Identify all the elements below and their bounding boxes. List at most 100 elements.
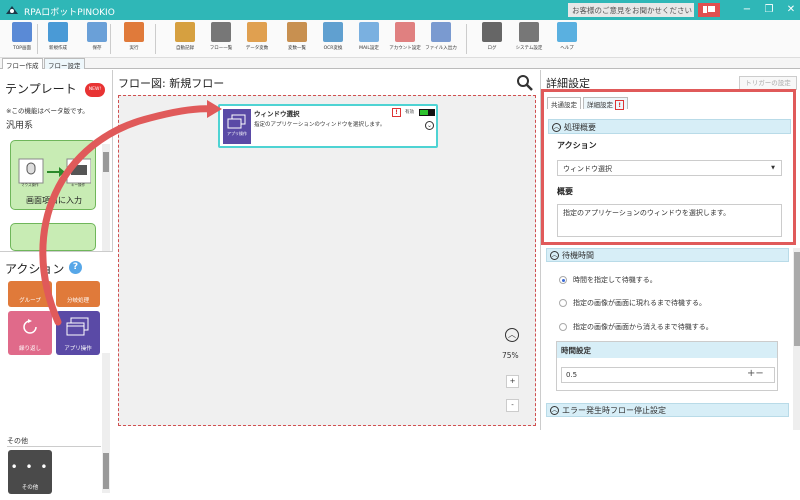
tab-detail-settings[interactable]: 詳細設定 ! (583, 97, 629, 110)
scrollbar-thumb[interactable] (103, 453, 109, 489)
wait-time-label: 時間設定 (557, 342, 777, 358)
tab-label: 詳細設定 (587, 101, 613, 109)
toolbar-label: ログ (487, 46, 497, 51)
system-settings-icon (519, 22, 539, 42)
toolbar-file-io-button[interactable]: ファイル入出力 (424, 22, 458, 56)
action-label: アクション (557, 141, 597, 150)
action-panel: アクション ? グループ 分岐処理 繰り返し アプリ操作 その他 • • • そ… (0, 251, 113, 500)
chevron-down-icon[interactable]: ⌄ (425, 121, 434, 130)
minimize-button[interactable]: − (740, 3, 754, 17)
scrollbar-thumb[interactable] (794, 252, 800, 346)
mouse-op-label: マウス操作 (21, 183, 39, 187)
toolbar-label: データ変数 (245, 46, 269, 51)
toolbar-log-button[interactable]: ログ (475, 22, 509, 56)
wait-time-input[interactable]: 0.5 (561, 367, 775, 383)
section-process-summary[interactable]: ︿ 処理概要 (548, 119, 791, 134)
scrollbar-thumb[interactable] (103, 152, 109, 172)
search-icon[interactable] (516, 74, 533, 91)
tile-label: アプリ操作 (64, 346, 92, 352)
flow-node-window-select[interactable]: アプリ操作 ウィンドウ選択 指定のアプリケーションのウィンドウを選択します。 !… (218, 104, 438, 148)
toolbar-auto-record-button[interactable]: 自動記録 (168, 22, 202, 56)
node-description: 指定のアプリケーションのウィンドウを選択します。 (254, 122, 386, 128)
enabled-toggle[interactable] (419, 109, 435, 116)
tab-common-settings[interactable]: 共通設定 (547, 97, 581, 109)
action-group-tile[interactable]: グループ (8, 281, 52, 307)
flow-title: フロー図: 新規フロー (118, 77, 225, 90)
ellipsis-icon: • • • (10, 460, 50, 474)
tab-flow-settings[interactable]: フロー設定 (44, 58, 85, 70)
app-window-icon (66, 317, 89, 336)
variable-list-icon (287, 22, 307, 42)
enabled-label: 有効 (405, 110, 414, 115)
radio-label: 指定の画像が画面に現れるまで待機する。 (573, 299, 706, 307)
toolbar-label: MAIL設定 (359, 46, 379, 51)
toolbar-mail-button[interactable]: MAIL設定 (352, 22, 386, 56)
toggle-knob (428, 110, 434, 115)
toolbar-new-file-button[interactable]: 新規作成 (41, 22, 75, 56)
highlight-box: 共通設定 詳細設定 ! ︿ 処理概要 アクション ウィンドウ選択 ▼ 概要 指定のア… (541, 89, 796, 245)
chevron-up-icon[interactable]: ︿ (552, 123, 561, 132)
radio-label: 指定の画像が画面から消えるまで待機する。 (573, 323, 713, 331)
toolbar-save-button[interactable]: 保存 (80, 22, 114, 56)
section-title: 待機時間 (562, 251, 594, 260)
node-icon-label: アプリ操作 (227, 131, 247, 136)
toolbar-label: OCR変換 (323, 46, 343, 51)
toolbar-run-button[interactable]: 実行 (117, 22, 151, 56)
radio-wait-time[interactable] (559, 276, 567, 284)
toolbar: TOP画面 新規作成 保存 実行 自動記録 フロー一覧 データ変数 変数一覧 OCR変換 MAIL… (0, 20, 800, 58)
account-icon (395, 22, 415, 42)
action-other-tile[interactable]: • • • その他 (8, 450, 52, 494)
feedback-button[interactable]: お客様のご意見をお聞かせください (568, 3, 694, 17)
close-button[interactable]: ✕ (784, 3, 798, 17)
section-title: 処理概要 (564, 123, 596, 132)
toolbar-account-button[interactable]: アカウント設定 (388, 22, 422, 56)
chevron-up-icon[interactable]: ︿ (550, 406, 559, 415)
radio-wait-appear[interactable] (559, 299, 567, 307)
toolbar-separator (155, 24, 156, 54)
action-repeat-tile[interactable]: 繰り返し (8, 311, 52, 355)
toolbar-variable-list-button[interactable]: 変数一覧 (280, 22, 314, 56)
ocr-icon (323, 22, 343, 42)
toolbar-label: 変数一覧 (288, 46, 306, 51)
general-category[interactable]: 汎用系 (6, 118, 33, 131)
main-tabs: フロー作成 フロー設定 (0, 58, 800, 70)
toolbar-data-variable-button[interactable]: データ変数 (240, 22, 274, 56)
toolbar-ocr-button[interactable]: OCR変換 (316, 22, 350, 56)
top-screen-icon (12, 22, 32, 42)
toolbar-top-screen-button[interactable]: TOP画面 (5, 22, 39, 56)
chevron-up-icon[interactable]: ︿ (550, 251, 559, 260)
new-badge: NEW! (85, 83, 105, 97)
section-error-stop[interactable]: ︿ エラー発生時フロー停止設定 (546, 403, 789, 417)
maximize-button[interactable]: ❐ (762, 3, 776, 17)
key-op-label: キー操作 (71, 183, 85, 187)
toolbar-help-button[interactable]: ヘルプ (550, 22, 584, 56)
action-app-op-tile[interactable]: アプリ操作 (56, 311, 100, 355)
thumbs-down-icon[interactable] (698, 3, 720, 17)
zoom-in-button[interactable]: + (506, 375, 519, 388)
wait-time-box: 時間設定 0.5 +− (556, 341, 778, 391)
section-wait-time[interactable]: ︿ 待機時間 (546, 248, 789, 262)
template-screen-input[interactable]: マウス操作 キー操作 画面項目に入力 (10, 140, 96, 210)
radio-wait-disappear[interactable] (559, 323, 567, 331)
stepper-icon[interactable]: +− (747, 368, 764, 379)
toolbar-system-settings-button[interactable]: システム設定 (512, 22, 546, 56)
node-title: ウィンドウ選択 (254, 110, 300, 118)
tile-label: 分岐処理 (66, 298, 89, 304)
pinokio-logo-icon (6, 6, 18, 14)
zoom-level: 75% (502, 351, 519, 360)
help-icon[interactable]: ? (69, 261, 82, 274)
zoom-out-button[interactable]: - (506, 399, 519, 412)
chevron-up-icon[interactable]: ︿ (505, 328, 519, 342)
summary-textarea[interactable]: 指定のアプリケーションのウィンドウを選択します。 (557, 204, 782, 237)
tab-flow-create[interactable]: フロー作成 (2, 58, 43, 70)
template-card-2[interactable] (10, 223, 96, 251)
trigger-settings-button[interactable]: トリガーの設定 (739, 76, 797, 90)
action-select[interactable]: ウィンドウ選択 ▼ (557, 160, 782, 176)
action-scrollbar[interactable] (102, 353, 110, 493)
action-branch-tile[interactable]: 分岐処理 (56, 281, 100, 307)
detail-scrollbar[interactable] (793, 248, 800, 430)
template-scrollbar[interactable] (102, 144, 110, 252)
toolbar-label: ファイル入出力 (425, 46, 457, 51)
template-title: テンプレート (5, 82, 77, 96)
toolbar-flow-list-button[interactable]: フロー一覧 (204, 22, 238, 56)
